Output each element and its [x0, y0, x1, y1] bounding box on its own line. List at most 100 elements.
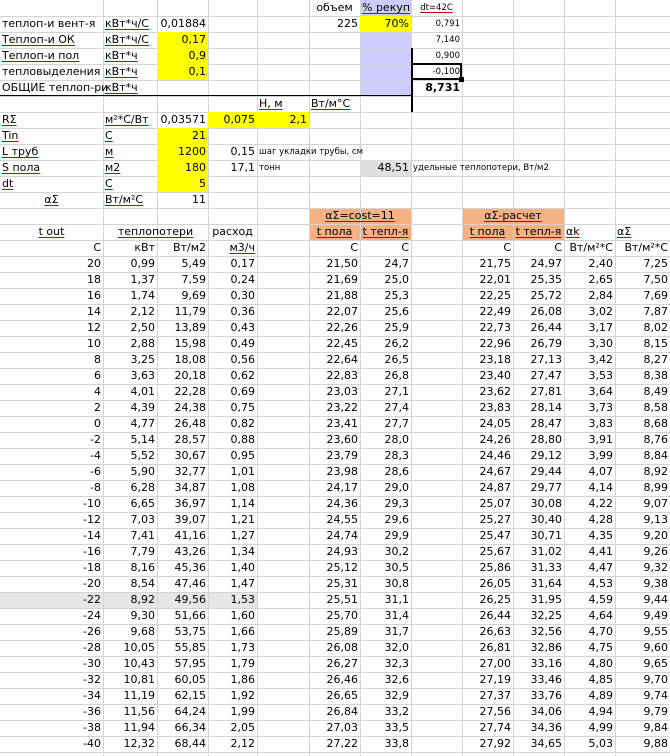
table-cell[interactable]: 31,95: [513, 592, 564, 608]
header-ak[interactable]: αk: [564, 224, 615, 240]
table-cell[interactable]: 29,12: [513, 448, 564, 464]
table-cell[interactable]: 7,03: [103, 512, 157, 528]
spola-unit[interactable]: м2: [103, 160, 157, 176]
specific-value[interactable]: 48,51: [360, 160, 411, 176]
table-cell[interactable]: 1,40: [208, 560, 257, 576]
table-cell[interactable]: 3,30: [564, 336, 615, 352]
table-cell[interactable]: 62,15: [157, 688, 208, 704]
table-cell[interactable]: 21,75: [462, 256, 513, 272]
table-cell[interactable]: 3,17: [564, 320, 615, 336]
tin-value[interactable]: 21: [157, 128, 208, 144]
table-cell[interactable]: 0,36: [208, 304, 257, 320]
table-cell[interactable]: 15,98: [157, 336, 208, 352]
table-cell[interactable]: 8,58: [615, 400, 670, 416]
ltrub-label[interactable]: L труб: [0, 144, 103, 160]
rsigma-label[interactable]: RΣ: [0, 112, 103, 128]
table-cell[interactable]: 25,51: [309, 592, 360, 608]
fill-handle[interactable]: [459, 77, 464, 82]
table-cell[interactable]: 60,05: [157, 672, 208, 688]
rsigma-value[interactable]: 0,03571: [157, 112, 208, 128]
table-cell[interactable]: 9,68: [103, 624, 157, 640]
table-cell[interactable]: 1,53: [208, 592, 257, 608]
step-label[interactable]: шаг укладки трубы, см: [257, 144, 363, 160]
h-value[interactable]: 0,075: [208, 112, 257, 128]
table-cell[interactable]: 30,40: [513, 512, 564, 528]
table-cell[interactable]: 4,53: [564, 576, 615, 592]
asigma-unit[interactable]: Вт/м²С: [103, 192, 157, 208]
table-cell[interactable]: 33,16: [513, 656, 564, 672]
table-cell[interactable]: 55,85: [157, 640, 208, 656]
table-cell[interactable]: 0,49: [208, 336, 257, 352]
table-cell[interactable]: 9,32: [615, 560, 670, 576]
header-asig[interactable]: αΣ: [615, 224, 670, 240]
table-cell[interactable]: 33,2: [360, 704, 411, 720]
table-cell[interactable]: 22,96: [462, 336, 513, 352]
table-cell[interactable]: 9,84: [615, 720, 670, 736]
table-cell[interactable]: 21,88: [309, 288, 360, 304]
table-cell[interactable]: 0,95: [208, 448, 257, 464]
table-cell[interactable]: 4,39: [103, 400, 157, 416]
table-cell[interactable]: 25,70: [309, 608, 360, 624]
table-cell[interactable]: 27,22: [309, 736, 360, 752]
table-cell[interactable]: 9,88: [615, 736, 670, 752]
table-cell[interactable]: 6,65: [103, 496, 157, 512]
dt-unit[interactable]: С: [103, 176, 157, 192]
header-tpola[interactable]: t пола: [309, 224, 360, 240]
table-cell[interactable]: 25,6: [360, 304, 411, 320]
table-cell[interactable]: 27,37: [462, 688, 513, 704]
table-cell[interactable]: 47,46: [157, 576, 208, 592]
unit-cell[interactable]: Вт/м²*С: [615, 240, 670, 256]
table-cell[interactable]: 25,35: [513, 272, 564, 288]
table-cell[interactable]: 26,48: [157, 416, 208, 432]
tons-value[interactable]: 17,1: [208, 160, 257, 176]
table-cell[interactable]: 0,56: [208, 352, 257, 368]
table-cell[interactable]: 1,99: [208, 704, 257, 720]
table-cell[interactable]: 34,06: [513, 704, 564, 720]
table-cell[interactable]: 32,25: [513, 608, 564, 624]
header-rashod[interactable]: расход: [208, 224, 257, 240]
asigma-value[interactable]: 11: [157, 192, 208, 208]
table-cell[interactable]: 8: [0, 352, 103, 368]
param-unit[interactable]: кВт*ч: [103, 80, 157, 96]
table-cell[interactable]: 28,80: [513, 432, 564, 448]
table-cell[interactable]: 20,18: [157, 368, 208, 384]
table-cell[interactable]: 5,03: [564, 736, 615, 752]
table-cell[interactable]: 27,7: [360, 416, 411, 432]
table-cell[interactable]: 16: [0, 288, 103, 304]
table-cell[interactable]: 32,86: [513, 640, 564, 656]
table-cell[interactable]: 8,49: [615, 384, 670, 400]
table-cell[interactable]: 9,30: [103, 608, 157, 624]
table-cell[interactable]: 1,79: [208, 656, 257, 672]
table-cell[interactable]: 25,0: [360, 272, 411, 288]
volume-value[interactable]: 225: [309, 16, 360, 32]
table-cell[interactable]: 26,27: [309, 656, 360, 672]
table-cell[interactable]: 25,72: [513, 288, 564, 304]
table-cell[interactable]: 26,5: [360, 352, 411, 368]
table-cell[interactable]: 22,64: [309, 352, 360, 368]
table-cell[interactable]: 28,14: [513, 400, 564, 416]
param-value[interactable]: 0,17: [157, 32, 208, 48]
table-cell[interactable]: 0,30: [208, 288, 257, 304]
table-cell[interactable]: 1,14: [208, 496, 257, 512]
table-cell[interactable]: 3,02: [564, 304, 615, 320]
table-cell[interactable]: 27,13: [513, 352, 564, 368]
table-cell[interactable]: 30,71: [513, 528, 564, 544]
table-cell[interactable]: 1,73: [208, 640, 257, 656]
table-cell[interactable]: 24,93: [309, 544, 360, 560]
table-cell[interactable]: 26,8: [360, 368, 411, 384]
param-value[interactable]: 0,9: [157, 48, 208, 64]
table-cell[interactable]: 29,77: [513, 480, 564, 496]
table-cell[interactable]: 32,77: [157, 464, 208, 480]
table-cell[interactable]: 28,6: [360, 464, 411, 480]
table-cell[interactable]: 3,53: [564, 368, 615, 384]
table-cell[interactable]: 8,38: [615, 368, 670, 384]
table-cell[interactable]: 34,36: [513, 720, 564, 736]
table-cell[interactable]: 0,17: [208, 256, 257, 272]
table-cell[interactable]: 36,97: [157, 496, 208, 512]
table-cell[interactable]: 31,33: [513, 560, 564, 576]
table-cell[interactable]: 24,7: [360, 256, 411, 272]
table-cell[interactable]: 25,31: [309, 576, 360, 592]
table-cell[interactable]: 27,81: [513, 384, 564, 400]
table-cell[interactable]: 18: [0, 272, 103, 288]
table-cell[interactable]: -32: [0, 672, 103, 688]
